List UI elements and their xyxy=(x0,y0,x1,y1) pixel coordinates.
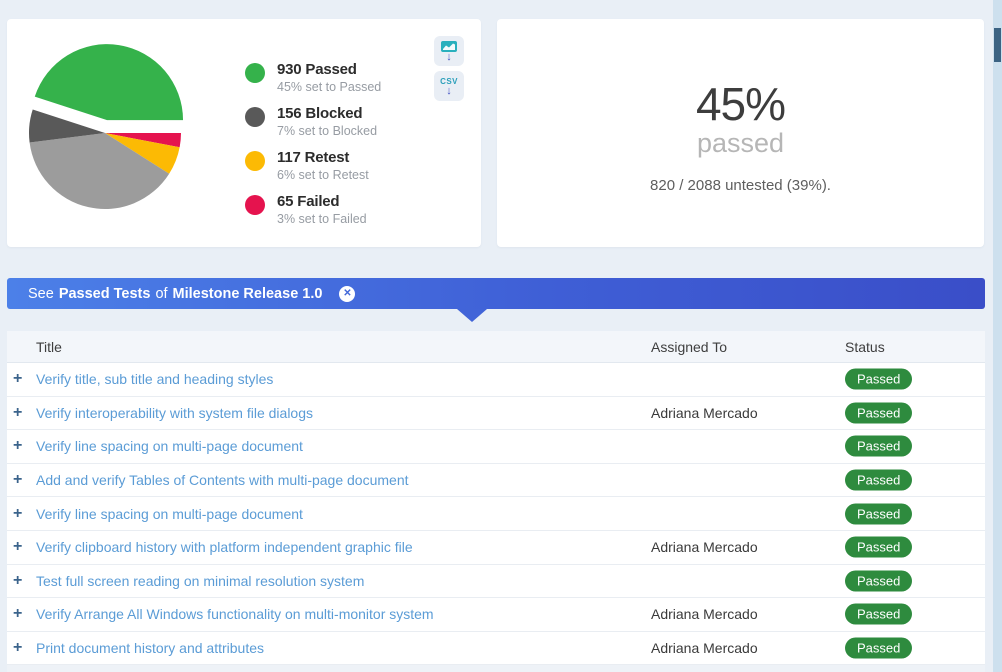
download-csv-button[interactable]: CSV ↓ xyxy=(434,71,464,101)
assigned-to-value: Adriana Mercado xyxy=(651,405,758,421)
test-title-link[interactable]: Test full screen reading on minimal reso… xyxy=(36,573,364,589)
status-badge: Passed xyxy=(845,369,912,390)
chart-legend: 930 Passed45% set to Passed 156 Blocked7%… xyxy=(245,60,381,227)
table-row: + Verify line spacing on multi-page docum… xyxy=(7,497,985,531)
expand-row-icon[interactable]: + xyxy=(13,640,29,656)
assigned-to-value: Adriana Mercado xyxy=(651,640,758,656)
legend-label: 65 Failed xyxy=(277,192,367,211)
test-title-link[interactable]: Verify title, sub title and heading styl… xyxy=(36,371,273,387)
expand-row-icon[interactable]: + xyxy=(13,606,29,622)
untested-summary: 820 / 2088 untested (39%). xyxy=(650,177,831,194)
column-header-title: Title xyxy=(36,339,62,355)
column-header-status: Status xyxy=(845,339,885,355)
active-filter-banner: See Passed Tests of Milestone Release 1.… xyxy=(7,278,985,309)
expand-row-icon[interactable]: + xyxy=(13,573,29,589)
column-header-assigned-to: Assigned To xyxy=(651,339,727,355)
table-row: + Verify clipboard history with platform … xyxy=(7,531,985,565)
legend-sublabel: 3% set to Failed xyxy=(277,212,367,227)
scrollbar-track[interactable] xyxy=(993,0,1002,672)
test-title-link[interactable]: Verify Arrange All Windows functionality… xyxy=(36,606,434,622)
table-row: + Verify title, sub title and heading sty… xyxy=(7,363,985,397)
chart-image-icon xyxy=(441,41,457,52)
banner-filter-name: Passed Tests xyxy=(59,286,151,302)
expand-row-icon[interactable]: + xyxy=(13,472,29,488)
download-arrow-icon: ↓ xyxy=(446,52,452,62)
passed-percentage-card: 45% passed 820 / 2088 untested (39%). xyxy=(497,19,984,247)
close-icon[interactable]: ✕ xyxy=(339,286,355,302)
expand-row-icon[interactable]: + xyxy=(13,405,29,421)
table-header-row: Title Assigned To Status xyxy=(7,331,985,363)
banner-caret-pointer xyxy=(457,309,487,322)
legend-item: 65 Failed3% set to Failed xyxy=(245,192,381,227)
legend-color-dot xyxy=(245,195,265,215)
test-title-link[interactable]: Verify line spacing on multi-page docume… xyxy=(36,506,303,522)
status-badge: Passed xyxy=(845,537,912,558)
banner-prefix: See xyxy=(28,286,54,302)
legend-label: 156 Blocked xyxy=(277,104,377,123)
test-title-link[interactable]: Print document history and attributes xyxy=(36,640,264,656)
legend-color-dot xyxy=(245,63,265,83)
scrollbar-thumb[interactable] xyxy=(994,28,1001,62)
table-row: + Test full screen reading on minimal res… xyxy=(7,565,985,599)
download-arrow-icon: ↓ xyxy=(446,86,452,96)
assigned-to-value: Adriana Mercado xyxy=(651,539,758,555)
legend-sublabel: 45% set to Passed xyxy=(277,80,381,95)
legend-item: 930 Passed45% set to Passed xyxy=(245,60,381,95)
test-title-link[interactable]: Verify interoperability with system file… xyxy=(36,405,313,421)
test-title-link[interactable]: Verify line spacing on multi-page docume… xyxy=(36,438,303,454)
table-bottom-strip xyxy=(7,665,985,672)
legend-item: 156 Blocked7% set to Blocked xyxy=(245,104,381,139)
status-badge: Passed xyxy=(845,604,912,625)
expand-row-icon[interactable]: + xyxy=(13,438,29,454)
passed-caption: passed xyxy=(697,128,784,158)
table-row: + Verify line spacing on multi-page docum… xyxy=(7,430,985,464)
test-results-chart-card: 930 Passed45% set to Passed 156 Blocked7%… xyxy=(7,19,481,247)
status-badge: Passed xyxy=(845,503,912,524)
legend-color-dot xyxy=(245,107,265,127)
status-badge: Passed xyxy=(845,570,912,591)
pie-slice-passed[interactable] xyxy=(35,44,183,120)
results-pie-chart xyxy=(10,21,220,231)
status-badge: Passed xyxy=(845,470,912,491)
banner-middle: of xyxy=(155,286,167,302)
table-row: + Verify interoperability with system fil… xyxy=(7,397,985,431)
passed-percent-value: 45% xyxy=(696,81,785,127)
table-row: + Verify Arrange All Windows functionalit… xyxy=(7,598,985,632)
expand-row-icon[interactable]: + xyxy=(13,539,29,555)
banner-target-name: Milestone Release 1.0 xyxy=(173,286,323,302)
expand-row-icon[interactable]: + xyxy=(13,506,29,522)
table-row: + Add and verify Tables of Contents with … xyxy=(7,464,985,498)
legend-color-dot xyxy=(245,151,265,171)
legend-sublabel: 6% set to Retest xyxy=(277,168,369,183)
test-title-link[interactable]: Add and verify Tables of Contents with m… xyxy=(36,472,409,488)
table-row: + Print document history and attributes Ad… xyxy=(7,632,985,666)
expand-row-icon[interactable]: + xyxy=(13,371,29,387)
tests-table: Title Assigned To Status + Verify title, … xyxy=(7,331,985,672)
status-badge: Passed xyxy=(845,402,912,423)
legend-label: 117 Retest xyxy=(277,148,369,167)
legend-sublabel: 7% set to Blocked xyxy=(277,124,377,139)
legend-item: 117 Retest6% set to Retest xyxy=(245,148,381,183)
test-title-link[interactable]: Verify clipboard history with platform i… xyxy=(36,539,413,555)
status-badge: Passed xyxy=(845,436,912,457)
download-chart-image-button[interactable]: ↓ xyxy=(434,36,464,66)
assigned-to-value: Adriana Mercado xyxy=(651,606,758,622)
legend-label: 930 Passed xyxy=(277,60,381,79)
status-badge: Passed xyxy=(845,638,912,659)
